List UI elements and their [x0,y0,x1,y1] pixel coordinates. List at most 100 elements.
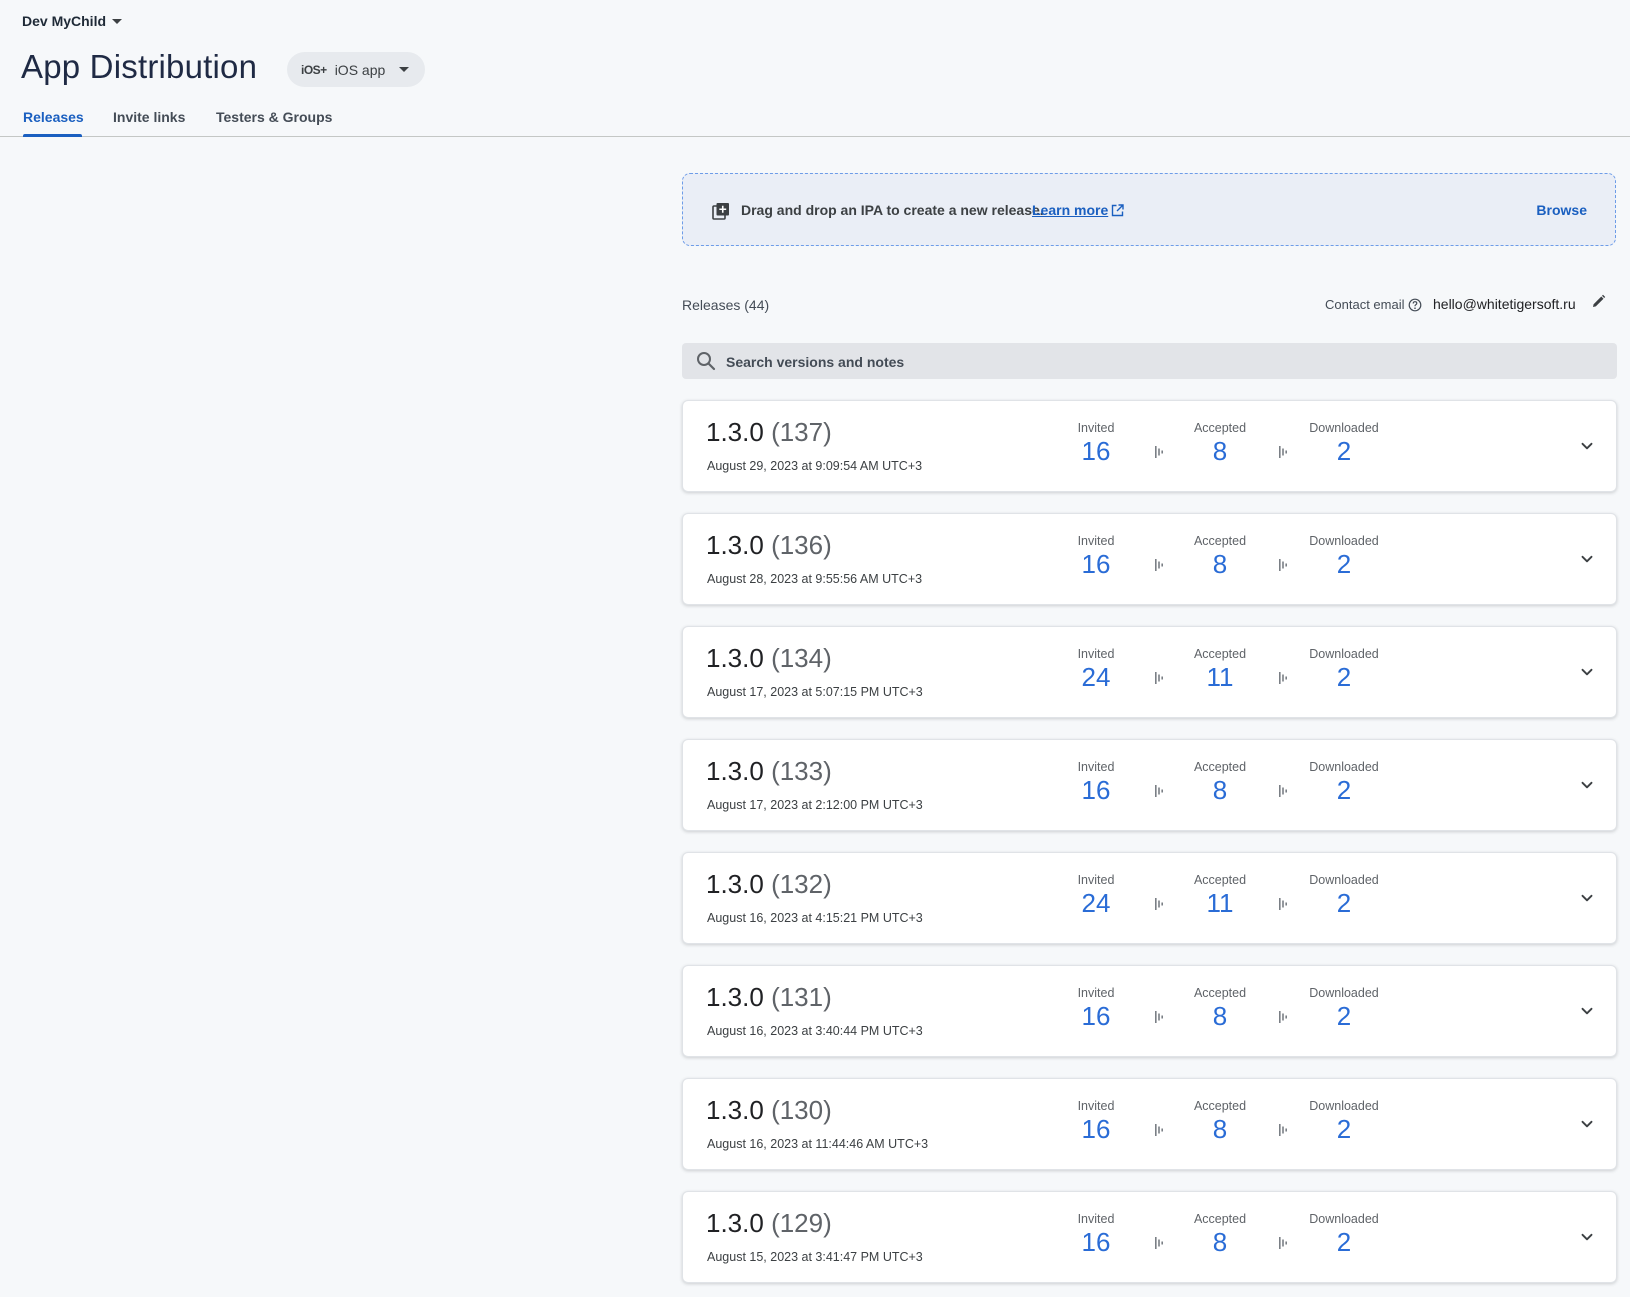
release-card[interactable]: 1.3.0 (129) August 15, 2023 at 3:41:47 P… [682,1191,1617,1283]
add-to-library-icon [712,203,729,220]
downloaded-label: Downloaded [1309,1212,1379,1226]
accepted-stat: Accepted 8 [1160,421,1280,467]
build-number: (133) [771,756,832,786]
downloaded-label: Downloaded [1309,986,1379,1000]
downloaded-label: Downloaded [1309,873,1379,887]
accepted-count: 8 [1212,1001,1228,1031]
invited-count: 24 [1081,662,1111,692]
release-card[interactable]: 1.3.0 (132) August 16, 2023 at 4:15:21 P… [682,852,1617,944]
learn-more-link[interactable]: Learn more [1032,202,1124,218]
help-icon[interactable] [1408,298,1422,312]
release-date: August 17, 2023 at 2:12:00 PM UTC+3 [707,798,923,812]
tab-invite-links[interactable]: Invite links [113,109,185,125]
ipa-dropzone[interactable]: Drag and drop an IPA to create a new rel… [682,173,1616,246]
learn-more-label: Learn more [1032,202,1109,218]
version-number: 1.3.0 [706,756,764,786]
version-number: 1.3.0 [706,530,764,560]
invited-stat: Invited 24 [1036,873,1156,919]
app-selector-label: iOS app [334,61,386,78]
chevron-down-icon[interactable] [1580,1230,1594,1244]
project-switcher[interactable]: Dev MyChild [22,13,123,29]
accepted-stat: Accepted 11 [1160,647,1280,693]
version-number: 1.3.0 [706,417,764,447]
search-input[interactable] [724,343,1588,381]
downloaded-stat: Downloaded 2 [1284,1212,1404,1258]
build-number: (131) [771,982,832,1012]
chevron-down-icon[interactable] [1580,891,1594,905]
tab-testers-groups[interactable]: Testers & Groups [216,109,332,125]
active-tab-indicator [23,134,82,137]
release-date: August 28, 2023 at 9:55:56 AM UTC+3 [707,572,923,586]
contact-email-label: Contact email [1325,297,1422,312]
releases-count: Releases (44) [682,297,770,313]
browse-button[interactable]: Browse [1536,202,1587,218]
project-name: Dev MyChild [22,13,107,29]
downloaded-label: Downloaded [1309,534,1379,548]
app-selector-chip[interactable]: iOS+ iOS app [287,52,426,87]
invited-count: 16 [1081,1114,1111,1144]
downloaded-count: 2 [1336,662,1352,692]
invited-label: Invited [1077,760,1115,774]
downloaded-stat: Downloaded 2 [1284,760,1404,806]
accepted-stat: Accepted 8 [1160,760,1280,806]
chevron-down-icon[interactable] [1580,1004,1594,1018]
open-in-new-icon [1112,203,1124,216]
downloaded-label: Downloaded [1309,647,1379,661]
release-card[interactable]: 1.3.0 (137) August 29, 2023 at 9:09:54 A… [682,400,1617,492]
build-number: (134) [771,643,832,673]
release-card[interactable]: 1.3.0 (131) August 16, 2023 at 3:40:44 P… [682,965,1617,1057]
contact-email-label-text: Contact email [1325,297,1405,312]
downloaded-label: Downloaded [1309,1099,1379,1113]
chevron-down-icon[interactable] [1580,778,1594,792]
invited-stat: Invited 16 [1036,986,1156,1032]
build-number: (130) [771,1095,832,1125]
invited-count: 16 [1081,775,1111,805]
release-version: 1.3.0 (134) [706,643,832,674]
release-version: 1.3.0 (129) [706,1208,832,1239]
invited-stat: Invited 24 [1036,647,1156,693]
release-card[interactable]: 1.3.0 (133) August 17, 2023 at 2:12:00 P… [682,739,1617,831]
accepted-stat: Accepted 8 [1160,1212,1280,1258]
release-date: August 15, 2023 at 3:41:47 PM UTC+3 [707,1250,923,1264]
downloaded-label: Downloaded [1309,760,1379,774]
downloaded-count: 2 [1336,1114,1352,1144]
invited-count: 16 [1081,549,1111,579]
downloaded-stat: Downloaded 2 [1284,1099,1404,1145]
edit-pencil-icon[interactable] [1591,294,1606,309]
accepted-label: Accepted [1193,1099,1247,1113]
downloaded-count: 2 [1336,549,1352,579]
accepted-label: Accepted [1193,986,1247,1000]
page-title: App Distribution [21,48,258,85]
invited-stat: Invited 16 [1036,421,1156,467]
accepted-count: 8 [1212,775,1228,805]
release-card[interactable]: 1.3.0 (130) August 16, 2023 at 11:44:46 … [682,1078,1617,1170]
chevron-down-icon[interactable] [1580,439,1594,453]
invited-label: Invited [1077,421,1115,435]
accepted-stat: Accepted 8 [1160,986,1280,1032]
invited-count: 16 [1081,1227,1111,1257]
chevron-down-icon[interactable] [1580,1117,1594,1131]
release-date: August 16, 2023 at 4:15:21 PM UTC+3 [707,911,923,925]
accepted-count: 8 [1212,549,1228,579]
build-number: (137) [771,417,832,447]
release-card[interactable]: 1.3.0 (136) August 28, 2023 at 9:55:56 A… [682,513,1617,605]
downloaded-count: 2 [1336,1227,1352,1257]
release-version: 1.3.0 (132) [706,869,832,900]
downloaded-count: 2 [1336,888,1352,918]
downloaded-label: Downloaded [1309,421,1379,435]
tab-releases[interactable]: Releases [23,109,84,125]
dropzone-text: Drag and drop an IPA to create a new rel… [741,202,1044,218]
accepted-stat: Accepted 8 [1160,1099,1280,1145]
accepted-label: Accepted [1193,1212,1247,1226]
release-date: August 16, 2023 at 11:44:46 AM UTC+3 [707,1137,929,1151]
release-version: 1.3.0 (136) [706,530,832,561]
version-number: 1.3.0 [706,982,764,1012]
downloaded-count: 2 [1336,775,1352,805]
build-number: (132) [771,869,832,899]
version-number: 1.3.0 [706,869,764,899]
ios-platform-icon: iOS+ [301,62,327,77]
chevron-down-icon[interactable] [1580,552,1594,566]
chevron-down-icon[interactable] [1580,665,1594,679]
build-number: (129) [771,1208,832,1238]
release-card[interactable]: 1.3.0 (134) August 17, 2023 at 5:07:15 P… [682,626,1617,718]
